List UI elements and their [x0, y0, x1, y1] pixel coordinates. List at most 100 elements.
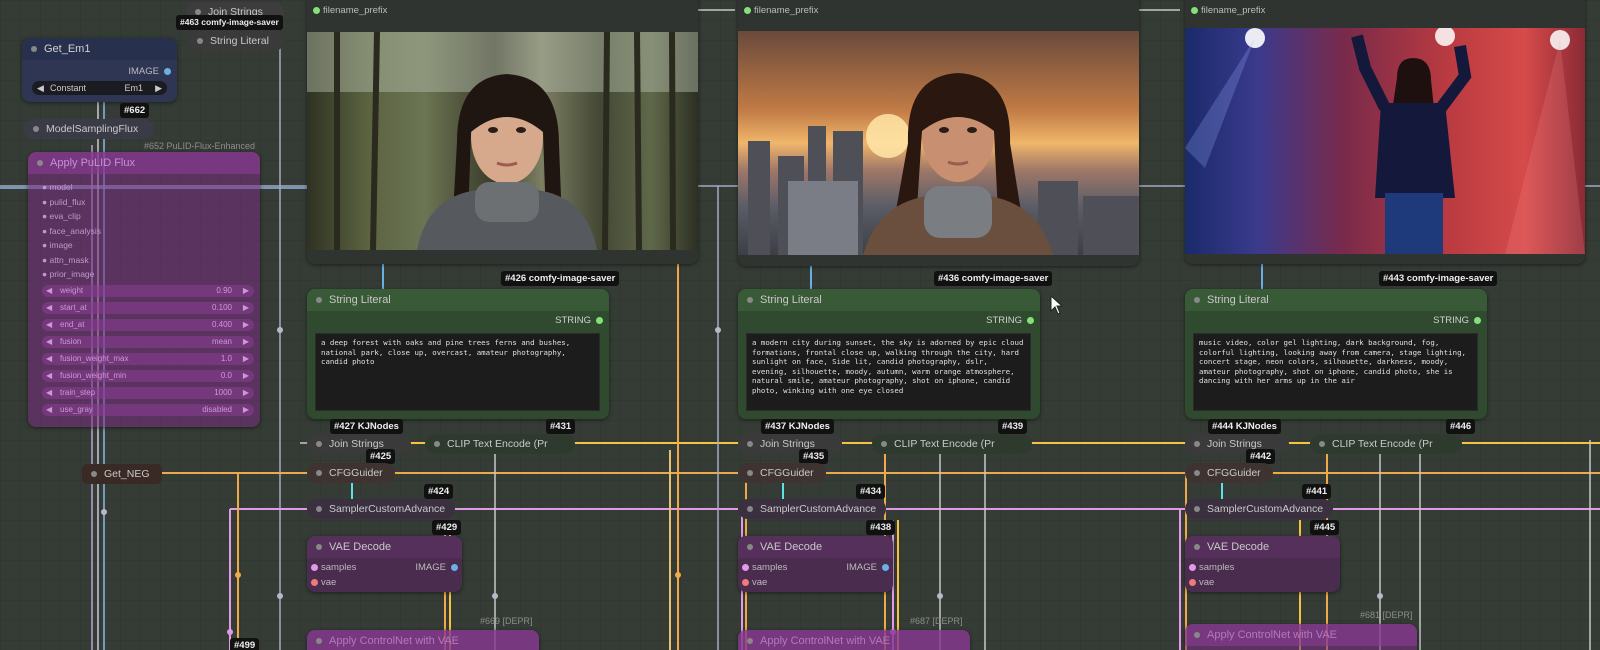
- model-sampling-flux-node[interactable]: ModelSamplingFlux: [24, 119, 154, 139]
- pulid-widget-1[interactable]: ◀ start_at 0.100 ▶: [42, 302, 254, 314]
- pulid-input-0[interactable]: ● model: [42, 182, 73, 192]
- pulid-input-4[interactable]: ● image: [42, 240, 73, 250]
- sampler-custom-advance-node-1[interactable]: SamplerCustomAdvance: [307, 499, 455, 519]
- sampler-label-3: SamplerCustomAdvance: [1207, 503, 1324, 515]
- filename-prefix-dot-3[interactable]: [1191, 7, 1198, 14]
- widget-name: end_at: [60, 320, 85, 329]
- vae-decode-node-3[interactable]: VAE Decode samples vae: [1185, 536, 1340, 592]
- clip-text-encode-node-3[interactable]: CLIP Text Encode (Pr: [1310, 434, 1462, 454]
- string-literal-node-2[interactable]: String Literal STRING a modern city duri…: [738, 289, 1040, 419]
- pulid-widget-5[interactable]: ◀ fusion_weight_min 0.0 ▶: [42, 370, 254, 382]
- vae-output-dot-1[interactable]: [451, 564, 458, 571]
- apply-controlnet-node-3[interactable]: Apply ControlNet with VAE: [1185, 624, 1417, 650]
- pulid-widget-2[interactable]: ◀ end_at 0.400 ▶: [42, 319, 254, 331]
- string-output-label-2: STRING: [986, 315, 1022, 326]
- string-output-dot-1[interactable]: [596, 317, 603, 324]
- prompt-textarea-2[interactable]: a modern city during sunset, the sky is …: [746, 333, 1031, 411]
- filename-prefix-dot[interactable]: [313, 7, 320, 14]
- get-neg-node[interactable]: Get_NEG: [82, 464, 162, 484]
- prompt-textarea-1[interactable]: a deep forest with oaks and pine trees f…: [315, 333, 600, 411]
- sampler-label-2: SamplerCustomAdvance: [760, 503, 877, 515]
- arrow-right-icon[interactable]: ▶: [243, 302, 249, 314]
- vae-decode-node-1[interactable]: VAE Decode samples vae IMAGE: [307, 536, 462, 592]
- arrow-left-icon[interactable]: ◀: [46, 353, 52, 365]
- pulid-title: Apply PuLID Flux: [28, 152, 260, 174]
- image-saver-node-3[interactable]: filename_prefix: [1185, 0, 1585, 264]
- image-output-dot[interactable]: [164, 68, 171, 75]
- vae-input-dot-2[interactable]: [742, 579, 749, 586]
- pulid-input-label: pulid_flux: [49, 196, 86, 207]
- image-saver-node-1[interactable]: filename_prefix: [307, 0, 698, 264]
- arrow-left-icon[interactable]: ◀: [46, 302, 52, 314]
- arrow-right-icon[interactable]: ▶: [243, 404, 249, 416]
- widget-name: weight: [60, 286, 84, 295]
- widget-value: 1.0: [220, 354, 232, 363]
- arrow-right-icon[interactable]: ▶: [243, 387, 249, 399]
- join-strings-node-1[interactable]: Join Strings: [307, 434, 411, 454]
- arrow-left-icon[interactable]: ◀: [46, 285, 52, 297]
- node-canvas[interactable]: Join Strings #463 comfy-image-saver Stri…: [0, 0, 1600, 650]
- pulid-input-5[interactable]: ● attn_mask: [42, 255, 89, 265]
- cfg-guider-label-3: CFGGuider: [1207, 467, 1261, 479]
- apply-controlnet-node-1[interactable]: Apply ControlNet with VAE: [307, 630, 539, 650]
- arrow-right-icon[interactable]: ▶: [243, 285, 249, 297]
- arrow-left-icon[interactable]: ◀: [37, 81, 44, 95]
- pulid-widget-6[interactable]: ◀ train_step 1000 ▶: [42, 387, 254, 399]
- widget-value: 0.0: [220, 371, 232, 380]
- samples-input-dot-2[interactable]: [742, 564, 749, 571]
- cfg-guider-node-2[interactable]: CFGGuider: [738, 463, 826, 483]
- vae-output-label-1: IMAGE: [415, 562, 446, 573]
- string-literal-node-3[interactable]: String Literal STRING music video, color…: [1185, 289, 1487, 419]
- vae-input-dot-3[interactable]: [1189, 579, 1196, 586]
- pulid-widget-7[interactable]: ◀ use_gray disabled ▶: [42, 404, 254, 416]
- arrow-right-icon[interactable]: ▶: [243, 336, 249, 348]
- sampler-custom-advance-node-3[interactable]: SamplerCustomAdvance: [1185, 499, 1333, 519]
- arrow-right-icon[interactable]: ▶: [243, 319, 249, 331]
- cfg-guider-node-1[interactable]: CFGGuider: [307, 463, 395, 483]
- clip-text-encode-node-2[interactable]: CLIP Text Encode (Pr: [872, 434, 1032, 454]
- filename-prefix-dot-2[interactable]: [744, 7, 751, 14]
- widget-name: fusion_weight_max: [60, 354, 129, 363]
- constant-widget[interactable]: ◀ Constant Em1 ▶: [32, 81, 167, 95]
- apply-controlnet-node-2[interactable]: Apply ControlNet with VAE: [738, 630, 970, 650]
- arrow-left-icon[interactable]: ◀: [46, 370, 52, 382]
- prompt-textarea-3[interactable]: music video, color gel lighting, dark ba…: [1193, 333, 1478, 411]
- vae-output-dot-2[interactable]: [882, 564, 889, 571]
- bottom-dim-3: #681 [DEPR]: [1360, 610, 1413, 620]
- arrow-right-icon[interactable]: ▶: [243, 370, 249, 382]
- image-saver-node-2[interactable]: filename_prefix: [738, 0, 1139, 266]
- vae-input-dot-1[interactable]: [311, 579, 318, 586]
- samples-input-dot-1[interactable]: [311, 564, 318, 571]
- arrow-left-icon[interactable]: ◀: [46, 404, 52, 416]
- arrow-left-icon[interactable]: ◀: [46, 387, 52, 399]
- vae-output-label-2: IMAGE: [846, 562, 877, 573]
- pulid-widget-0[interactable]: ◀ weight 0.90 ▶: [42, 285, 254, 297]
- arrow-left-icon[interactable]: ◀: [46, 319, 52, 331]
- get-em1-node[interactable]: Get_Em1 IMAGE ◀ Constant Em1 ▶: [22, 38, 177, 102]
- string-output-dot-2[interactable]: [1027, 317, 1034, 324]
- preview-image-forest: [307, 32, 698, 250]
- input-dot-icon: ●: [42, 182, 50, 192]
- samples-input-dot-3[interactable]: [1189, 564, 1196, 571]
- arrow-left-icon[interactable]: ◀: [46, 336, 52, 348]
- apply-pulid-flux-node[interactable]: Apply PuLID Flux ● model ● pulid_flux ● ev…: [28, 152, 260, 427]
- widget-value: 0.90: [216, 286, 232, 295]
- pulid-input-2[interactable]: ● eva_clip: [42, 211, 81, 221]
- string-literal-collapsed-node[interactable]: String Literal: [188, 31, 284, 51]
- vae-decode-node-2[interactable]: VAE Decode samples vae IMAGE: [738, 536, 893, 592]
- sampler-custom-advance-node-2[interactable]: SamplerCustomAdvance: [738, 499, 886, 519]
- clip-text-encode-node-1[interactable]: CLIP Text Encode (Pr: [425, 434, 575, 454]
- pulid-input-3[interactable]: ● face_analysis: [42, 226, 101, 236]
- pulid-input-1[interactable]: ● pulid_flux: [42, 197, 85, 207]
- bottom-dim-1: #669 [DEPR]: [480, 616, 533, 626]
- filename-prefix-label-2: filename_prefix: [754, 5, 819, 16]
- string-output-dot-3[interactable]: [1474, 317, 1481, 324]
- widget-mode: Constant: [50, 83, 87, 93]
- pulid-input-6[interactable]: ● prior_image: [42, 269, 94, 279]
- cfg-guider-node-3[interactable]: CFGGuider: [1185, 463, 1273, 483]
- pulid-widget-4[interactable]: ◀ fusion_weight_max 1.0 ▶: [42, 353, 254, 365]
- pulid-widget-3[interactable]: ◀ fusion mean ▶: [42, 336, 254, 348]
- arrow-right-icon[interactable]: ▶: [243, 353, 249, 365]
- arrow-right-icon[interactable]: ▶: [155, 81, 162, 95]
- string-literal-node-1[interactable]: String Literal STRING a deep forest with…: [307, 289, 609, 419]
